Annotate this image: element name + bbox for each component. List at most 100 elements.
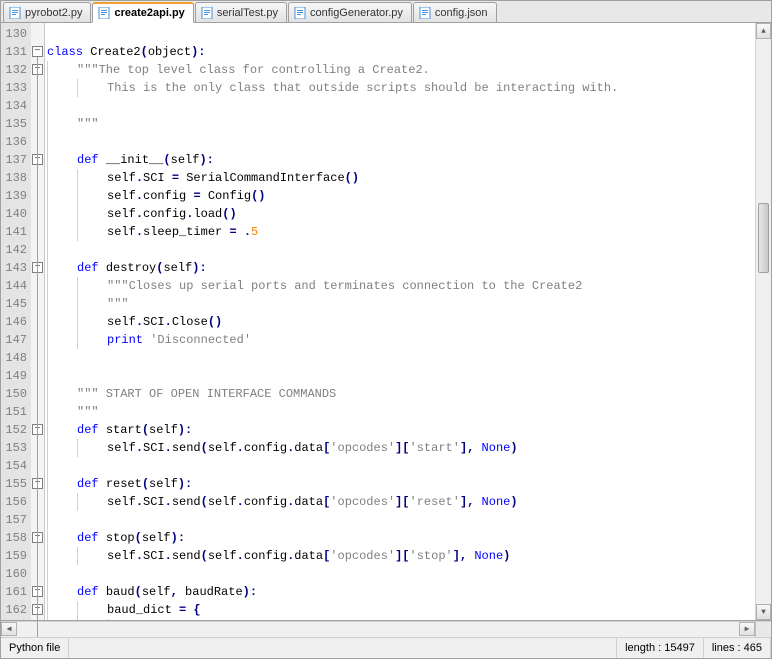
tab-serialTest-py[interactable]: serialTest.py: [195, 2, 287, 22]
indent-guide: [47, 457, 48, 475]
indent-guide: [47, 583, 48, 601]
code-line[interactable]: self.config.load(): [45, 205, 755, 223]
token-op: ):: [243, 585, 257, 599]
line-number-gutter: 1301311321331341351361371381391401411421…: [1, 23, 31, 620]
code-line[interactable]: 300:0: [45, 619, 755, 620]
indent-guide: [47, 313, 48, 331]
code-line[interactable]: This is the only class that outside scri…: [45, 79, 755, 97]
code-line[interactable]: self.SCI = SerialCommandInterface(): [45, 169, 755, 187]
indent-guide: [47, 601, 48, 619]
token-op: =: [193, 189, 207, 203]
token-op: .: [237, 549, 244, 563]
code-line[interactable]: self.SCI.send(self.config.data['opcodes'…: [45, 493, 755, 511]
token-ident: Config: [208, 189, 251, 203]
code-line[interactable]: self.sleep_timer = .5: [45, 223, 755, 241]
code-line[interactable]: """: [45, 403, 755, 421]
code-line[interactable]: self.SCI.send(self.config.data['opcodes'…: [45, 547, 755, 565]
token-op: .: [165, 495, 172, 509]
tab-pyrobot2-py[interactable]: pyrobot2.py: [3, 2, 91, 22]
code-line[interactable]: [45, 241, 755, 259]
line-number: 147: [1, 331, 31, 349]
tab-bar: pyrobot2.pycreate2api.pyserialTest.pycon…: [1, 1, 771, 23]
code-line[interactable]: """The top level class for controlling a…: [45, 61, 755, 79]
code-line[interactable]: [45, 133, 755, 151]
token-op: ][: [395, 441, 409, 455]
code-line[interactable]: self.config = Config(): [45, 187, 755, 205]
indent-guide: [47, 151, 48, 169]
token-kw: def: [77, 477, 106, 491]
code-line[interactable]: [45, 367, 755, 385]
line-number: 148: [1, 349, 31, 367]
token-ident: object: [148, 45, 191, 59]
line-number: 137: [1, 151, 31, 169]
token-ident: self: [142, 531, 171, 545]
indent-guide: [47, 331, 48, 349]
token-fn: __init__: [106, 153, 164, 167]
vertical-scroll-thumb[interactable]: [758, 203, 769, 273]
code-line[interactable]: [45, 349, 755, 367]
indent-guide: [47, 61, 48, 79]
line-number: 138: [1, 169, 31, 187]
scroll-up-button[interactable]: ▲: [756, 23, 771, 39]
code-line[interactable]: """: [45, 295, 755, 313]
token-op: (): [222, 207, 236, 221]
tab-configGenerator-py[interactable]: configGenerator.py: [288, 2, 412, 22]
token-ident: self: [208, 549, 237, 563]
code-line[interactable]: def __init__(self):: [45, 151, 755, 169]
code-line[interactable]: [45, 565, 755, 583]
line-number: 135: [1, 115, 31, 133]
scroll-left-button[interactable]: ◀: [1, 622, 17, 636]
token-op: (: [201, 549, 208, 563]
token-fn: stop: [106, 531, 135, 545]
token-op: ],: [460, 441, 482, 455]
token-str: """: [107, 297, 129, 311]
line-number: 141: [1, 223, 31, 241]
indent-guide: [77, 295, 78, 313]
fold-toggle[interactable]: −: [32, 46, 43, 57]
code-line[interactable]: baud_dict = {: [45, 601, 755, 619]
token-ident: config: [143, 189, 193, 203]
token-ident: self: [107, 315, 136, 329]
token-ident: self: [107, 189, 136, 203]
indent-guide: [47, 385, 48, 403]
indent-guide: [47, 79, 48, 97]
token-op: = {: [179, 603, 201, 617]
token-op: ][: [395, 549, 409, 563]
code-line[interactable]: print 'Disconnected': [45, 331, 755, 349]
vertical-scrollbar[interactable]: ▲ ▼: [755, 23, 771, 620]
token-ident: self: [107, 225, 136, 239]
code-line[interactable]: def stop(self):: [45, 529, 755, 547]
code-line[interactable]: [45, 25, 755, 43]
code-line[interactable]: """Closes up serial ports and terminates…: [45, 277, 755, 295]
token-ident: self: [171, 153, 200, 167]
code-line[interactable]: def start(self):: [45, 421, 755, 439]
tab-config-json[interactable]: config.json: [413, 2, 497, 22]
code-line[interactable]: def reset(self):: [45, 475, 755, 493]
token-ident: self: [163, 261, 192, 275]
tab-create2api-py[interactable]: create2api.py: [92, 2, 193, 23]
code-line[interactable]: self.SCI.send(self.config.data['opcodes'…: [45, 439, 755, 457]
code-line[interactable]: self.SCI.Close(): [45, 313, 755, 331]
code-line[interactable]: def destroy(self):: [45, 259, 755, 277]
indent-guide: [107, 619, 108, 620]
horizontal-scrollbar[interactable]: ◀ ▶: [1, 621, 771, 637]
code-line[interactable]: class Create2(object):: [45, 43, 755, 61]
scroll-down-button[interactable]: ▼: [756, 604, 771, 620]
token-op: ): [503, 549, 510, 563]
token-op: .: [237, 441, 244, 455]
code-viewport[interactable]: class Create2(object):"""The top level c…: [45, 23, 755, 620]
line-number: 143: [1, 259, 31, 277]
code-line[interactable]: def baud(self, baudRate):: [45, 583, 755, 601]
code-line[interactable]: """ START OF OPEN INTERFACE COMMANDS: [45, 385, 755, 403]
scroll-right-button[interactable]: ▶: [739, 622, 755, 636]
indent-guide: [47, 547, 48, 565]
fold-margin: −−−−−−−−−: [31, 23, 45, 620]
line-number: 154: [1, 457, 31, 475]
token-op: = .: [229, 225, 251, 239]
indent-guide: [47, 493, 48, 511]
code-line[interactable]: """: [45, 115, 755, 133]
code-line[interactable]: [45, 511, 755, 529]
code-line[interactable]: [45, 457, 755, 475]
code-line[interactable]: [45, 97, 755, 115]
token-op: ][: [395, 495, 409, 509]
